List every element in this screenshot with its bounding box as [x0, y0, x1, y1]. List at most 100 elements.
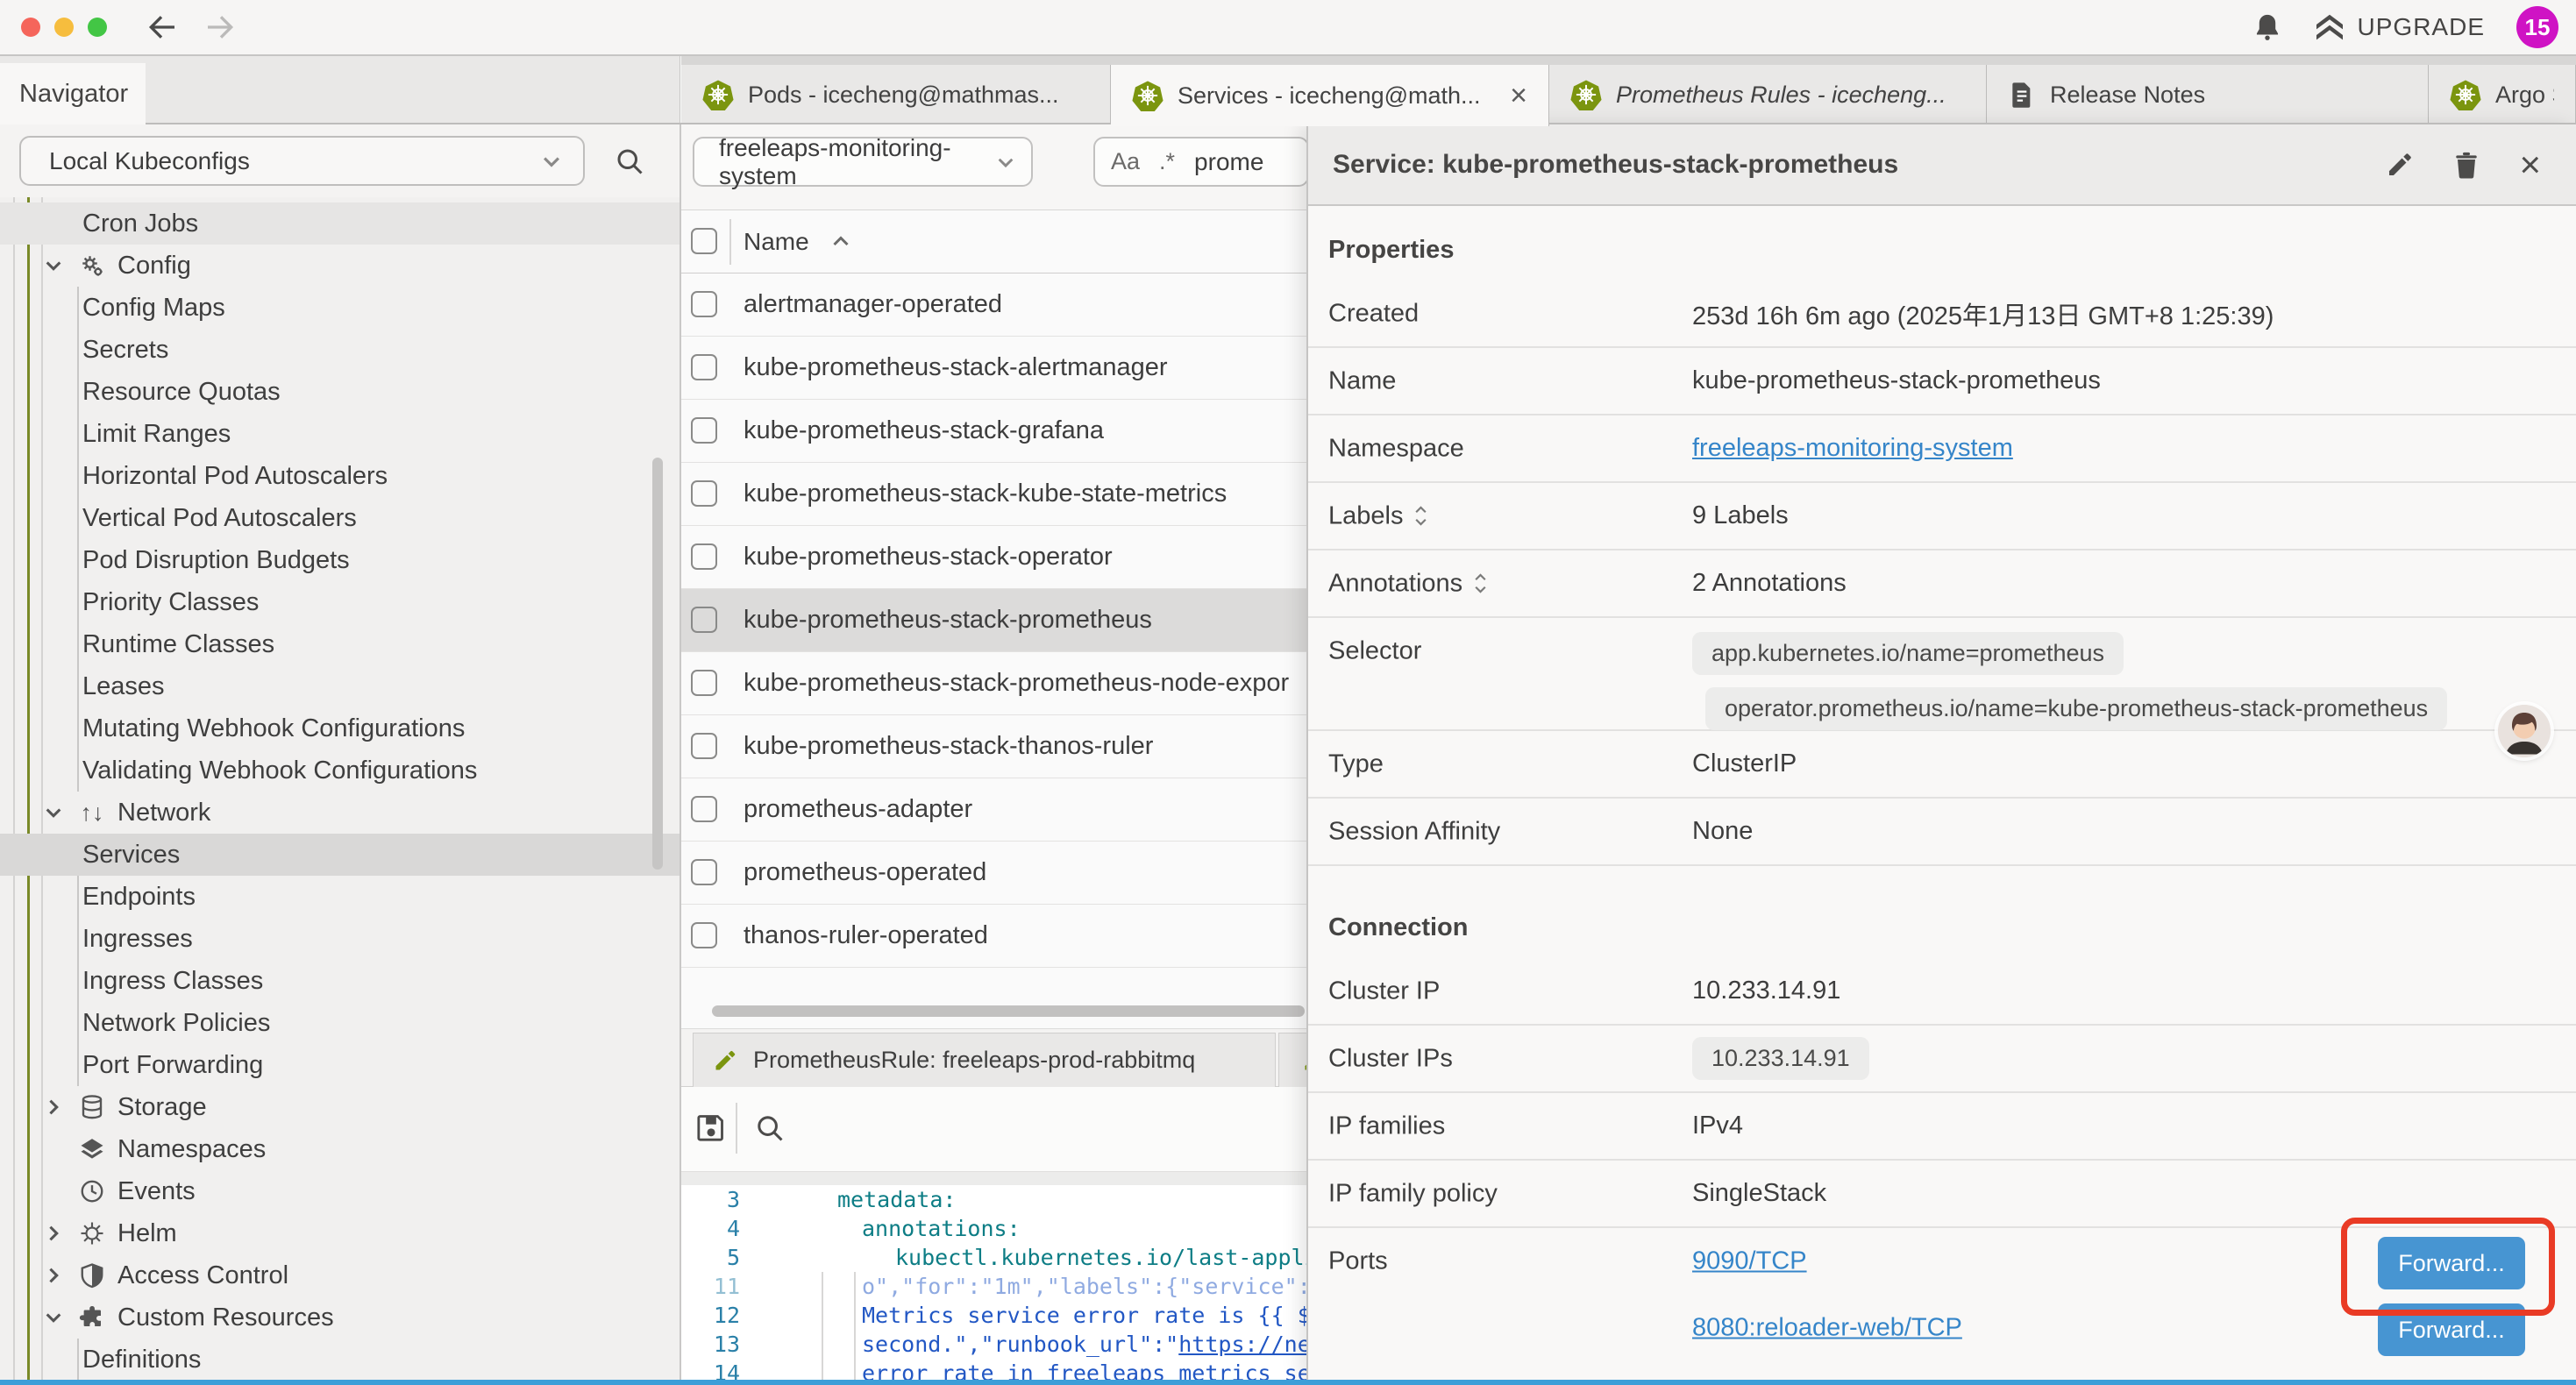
code-link[interactable]: https://net	[1178, 1332, 1306, 1357]
sidebar-item-network[interactable]: ↑↓Network	[0, 792, 680, 834]
service-name: kube-prometheus-stack-kube-state-metrics	[744, 479, 1227, 508]
match-case-toggle[interactable]: Aa	[1111, 148, 1140, 175]
sidebar-item-label: Ingresses	[82, 925, 193, 954]
delete-trash-icon[interactable]	[2452, 151, 2480, 179]
sidebar-item-vertical-pod-autoscalers[interactable]: Vertical Pod Autoscalers	[0, 497, 680, 539]
table-row[interactable]: prometheus-adapter	[681, 778, 1306, 842]
port-link[interactable]: 9090/TCP	[1692, 1247, 1807, 1276]
close-tab-icon[interactable]: ×	[1510, 81, 1527, 110]
sidebar-item-horizontal-pod-autoscalers[interactable]: Horizontal Pod Autoscalers	[0, 455, 680, 497]
row-checkbox[interactable]	[691, 733, 717, 759]
row-checkbox[interactable]	[691, 796, 717, 822]
sidebar-item-port-forwarding[interactable]: Port Forwarding	[0, 1044, 680, 1086]
sidebar-item-helm[interactable]: Helm	[0, 1212, 680, 1254]
table-row[interactable]: kube-prometheus-stack-prometheus	[681, 589, 1306, 652]
expand-collapse-icon[interactable]	[1413, 504, 1428, 529]
sidebar-scrollbar-thumb[interactable]	[652, 458, 663, 870]
row-checkbox[interactable]	[691, 607, 717, 633]
row-checkbox[interactable]	[691, 417, 717, 444]
sidebar-item-validating-webhook-configurations[interactable]: Validating Webhook Configurations	[0, 749, 680, 792]
sidebar-item-label: Leases	[82, 672, 165, 701]
notification-count-badge[interactable]: 15	[2516, 6, 2558, 48]
editor-tab-next[interactable]	[1278, 1033, 1306, 1087]
sidebar-item-services[interactable]: Services	[0, 834, 680, 876]
tab-argo[interactable]: Argo Serv	[2429, 65, 2576, 124]
expand-collapse-icon[interactable]	[1473, 572, 1488, 596]
sidebar-item-network-policies[interactable]: Network Policies	[0, 1002, 680, 1044]
yaml-editor[interactable]: 3metadata:4annotations:5kubectl.kubernet…	[681, 1185, 1306, 1380]
row-checkbox[interactable]	[691, 480, 717, 507]
sidebar-item-config-maps[interactable]: Config Maps	[0, 287, 680, 329]
sidebar-item-mutating-webhook-configurations[interactable]: Mutating Webhook Configurations	[0, 707, 680, 749]
tab-navigator[interactable]: Navigator	[0, 63, 146, 124]
sidebar-item-ingress-classes[interactable]: Ingress Classes	[0, 960, 680, 1002]
zoom-window-button[interactable]	[88, 18, 107, 37]
row-checkbox[interactable]	[691, 859, 717, 885]
sidebar-search-icon[interactable]	[614, 146, 645, 177]
row-checkbox[interactable]	[691, 291, 717, 317]
port-link[interactable]: 8080:reloader-web/TCP	[1692, 1314, 1962, 1343]
horizontal-scrollbar-thumb[interactable]	[712, 1005, 1305, 1017]
tab-services[interactable]: Services - icecheng@math...×	[1111, 65, 1549, 126]
tab-pods[interactable]: Pods - icecheng@mathmas...	[681, 65, 1111, 124]
line-number: 12	[681, 1301, 740, 1330]
editor-scroll-strip[interactable]	[681, 1172, 1306, 1185]
row-checkbox[interactable]	[691, 354, 717, 380]
sidebar-item-namespaces[interactable]: Namespaces	[0, 1128, 680, 1170]
sidebar-item-secrets[interactable]: Secrets	[0, 329, 680, 371]
close-panel-icon[interactable]: ×	[2519, 146, 2541, 183]
edit-pencil-icon[interactable]	[2386, 151, 2414, 179]
row-checkbox[interactable]	[691, 543, 717, 570]
save-icon[interactable]	[694, 1110, 729, 1145]
notifications-bell-icon[interactable]	[2252, 12, 2282, 42]
assistant-avatar[interactable]	[2498, 705, 2551, 757]
detail-value: IPv4	[1692, 1093, 1743, 1159]
updown-arrows-icon: ↑↓	[75, 799, 109, 827]
minimize-window-button[interactable]	[54, 18, 74, 37]
editor-tab-prometheusrule[interactable]: PrometheusRule: freeleaps-prod-rabbitmq	[693, 1033, 1276, 1087]
sidebar-item-storage[interactable]: Storage	[0, 1086, 680, 1128]
editor-search-icon[interactable]	[753, 1112, 786, 1145]
sidebar-item-priority-classes[interactable]: Priority Classes	[0, 581, 680, 623]
table-row[interactable]: thanos-ruler-operated	[681, 905, 1306, 968]
sidebar-item-custom-resources[interactable]: Custom Resources	[0, 1296, 680, 1339]
kubeconfig-select[interactable]: Local Kubeconfigs	[19, 136, 585, 186]
tab-release[interactable]: Release Notes	[1987, 65, 2429, 124]
select-all-checkbox[interactable]	[691, 228, 717, 254]
sidebar-item-definitions[interactable]: Definitions	[0, 1339, 680, 1380]
table-row[interactable]: kube-prometheus-stack-operator	[681, 526, 1306, 589]
chevron-down-icon	[994, 151, 1017, 174]
forward-arrow-icon[interactable]	[203, 10, 238, 45]
table-row[interactable]: kube-prometheus-stack-prometheus-node-ex…	[681, 652, 1306, 715]
sidebar-item-limit-ranges[interactable]: Limit Ranges	[0, 413, 680, 455]
table-row[interactable]: kube-prometheus-stack-alertmanager	[681, 337, 1306, 400]
namespace-select[interactable]: freeleaps-monitoring-system	[693, 137, 1033, 187]
close-window-button[interactable]	[21, 18, 40, 37]
list-search-input[interactable]: Aa .* prome	[1093, 137, 1309, 187]
editor-tab-label: PrometheusRule: freeleaps-prod-rabbitmq	[753, 1047, 1195, 1074]
sidebar-item-leases[interactable]: Leases	[0, 665, 680, 707]
table-row[interactable]: kube-prometheus-stack-grafana	[681, 400, 1306, 463]
table-row[interactable]: kube-prometheus-stack-thanos-ruler	[681, 715, 1306, 778]
table-row[interactable]: alertmanager-operated	[681, 273, 1306, 337]
sidebar-item-config[interactable]: Config	[0, 245, 680, 287]
sidebar-item-cron-jobs[interactable]: Cron Jobs	[0, 202, 680, 245]
row-checkbox[interactable]	[691, 922, 717, 948]
service-name: thanos-ruler-operated	[744, 921, 988, 950]
sidebar-item-access-control[interactable]: Access Control	[0, 1254, 680, 1296]
regex-toggle[interactable]: .*	[1159, 148, 1175, 175]
sidebar-item-runtime-classes[interactable]: Runtime Classes	[0, 623, 680, 665]
sidebar-item-resource-quotas[interactable]: Resource Quotas	[0, 371, 680, 413]
sidebar-item-pod-disruption-budgets[interactable]: Pod Disruption Budgets	[0, 539, 680, 581]
sidebar-item-endpoints[interactable]: Endpoints	[0, 876, 680, 918]
column-header-name[interactable]: Name	[744, 210, 851, 273]
back-arrow-icon[interactable]	[144, 10, 179, 45]
namespace-link[interactable]: freeleaps-monitoring-system	[1692, 434, 2013, 463]
table-row[interactable]: prometheus-operated	[681, 842, 1306, 905]
sidebar-item-events[interactable]: Events	[0, 1170, 680, 1212]
table-row[interactable]: kube-prometheus-stack-kube-state-metrics	[681, 463, 1306, 526]
sidebar-item-ingresses[interactable]: Ingresses	[0, 918, 680, 960]
row-checkbox[interactable]	[691, 670, 717, 696]
upgrade-button[interactable]: UPGRADE	[2314, 11, 2485, 43]
tab-prometheus[interactable]: Prometheus Rules - icecheng...	[1549, 65, 1987, 124]
